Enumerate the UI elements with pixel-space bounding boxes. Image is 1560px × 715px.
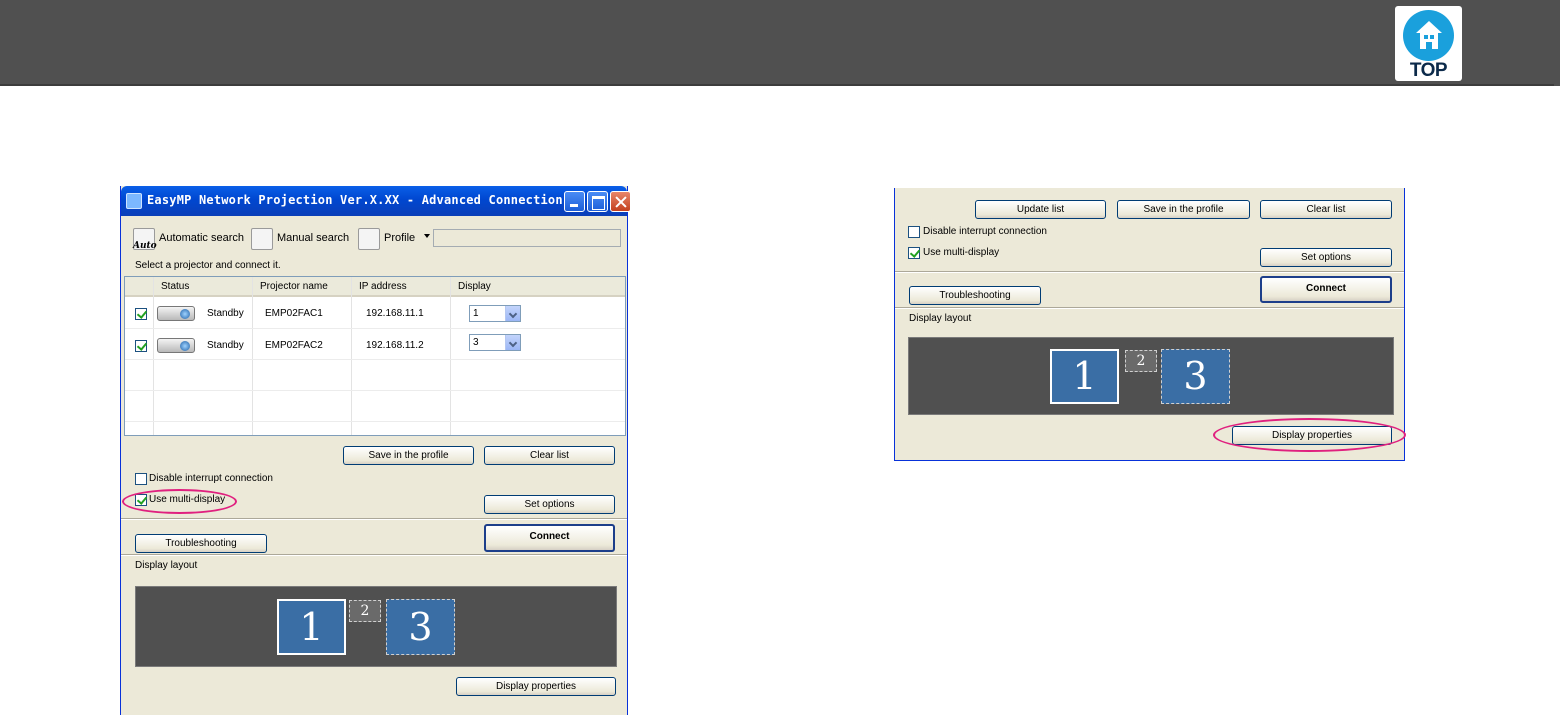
display-select[interactable]: 3 — [469, 334, 521, 351]
connect-button[interactable]: Connect — [484, 524, 615, 552]
divider — [895, 271, 1404, 273]
title-bar[interactable]: EasyMP Network Projection Ver.X.XX - Adv… — [121, 186, 631, 216]
disable-interrupt-checkbox[interactable] — [135, 473, 147, 485]
disable-interrupt-checkbox[interactable] — [908, 226, 920, 238]
display-1[interactable]: 1 — [1050, 349, 1119, 404]
projector-icon — [157, 306, 195, 321]
troubleshooting-button[interactable]: Troubleshooting — [909, 286, 1041, 305]
column-status[interactable]: Status — [161, 281, 189, 292]
highlight-ellipse — [122, 489, 237, 514]
save-in-profile-button[interactable]: Save in the profile — [1117, 200, 1250, 219]
page: TOP EasyMP Network Projection Ver.X.XX -… — [0, 0, 1560, 715]
display-2[interactable]: 2 — [1125, 350, 1157, 372]
display-2[interactable]: 2 — [349, 600, 381, 622]
display-layout-area[interactable]: 1 2 3 — [908, 337, 1394, 415]
automatic-search-icon: Auto — [133, 228, 157, 251]
column-ip-address[interactable]: IP address — [359, 281, 407, 292]
display-layout-area[interactable]: 1 2 3 — [135, 586, 617, 667]
display-1[interactable]: 1 — [277, 599, 346, 655]
troubleshooting-button[interactable]: Troubleshooting — [135, 534, 267, 553]
divider — [895, 307, 1404, 309]
set-options-button[interactable]: Set options — [484, 495, 615, 514]
row-checkbox[interactable] — [135, 308, 147, 320]
connect-button[interactable]: Connect — [1260, 276, 1392, 303]
maximize-button[interactable] — [587, 191, 608, 212]
display-3[interactable]: 3 — [1161, 349, 1230, 404]
display-properties-button[interactable]: Display properties — [456, 677, 616, 696]
row-status: Standby — [207, 340, 244, 351]
select-projector-label: Select a projector and connect it. — [135, 260, 281, 271]
chevron-down-icon — [505, 306, 520, 321]
row-ip-address: 192.168.11.2 — [366, 340, 424, 351]
row-projector-name: EMP02FAC1 — [265, 308, 323, 319]
header-band — [0, 0, 1560, 86]
use-multi-display-checkbox[interactable] — [908, 247, 920, 259]
list-header: Status Projector name IP address Display — [125, 277, 625, 297]
update-list-button[interactable]: Update list — [975, 200, 1106, 219]
window-title: EasyMP Network Projection Ver.X.XX - Adv… — [147, 193, 578, 207]
chevron-down-icon — [505, 335, 520, 350]
table-row[interactable]: Standby EMP02FAC1 192.168.11.1 1 — [125, 297, 625, 328]
profile-dropdown-icon[interactable] — [424, 234, 430, 238]
disable-interrupt-label: Disable interrupt connection — [149, 473, 273, 484]
set-options-button[interactable]: Set options — [1260, 248, 1392, 267]
display-3[interactable]: 3 — [386, 599, 455, 655]
row-status: Standby — [207, 308, 244, 319]
row-checkbox[interactable] — [135, 340, 147, 352]
display-layout-label: Display layout — [909, 313, 972, 324]
profile-icon — [358, 228, 380, 250]
manual-search-icon — [251, 228, 273, 250]
app-icon — [126, 193, 142, 209]
divider — [121, 518, 627, 520]
clear-list-button[interactable]: Clear list — [1260, 200, 1392, 219]
clear-list-button[interactable]: Clear list — [484, 446, 615, 465]
divider — [121, 554, 627, 556]
use-multi-display-label: Use multi-display — [923, 247, 1000, 258]
top-label: TOP — [1409, 60, 1448, 81]
profile-path-field[interactable] — [433, 229, 621, 247]
row-projector-name: EMP02FAC2 — [265, 340, 323, 351]
column-display[interactable]: Display — [458, 281, 491, 292]
projector-list[interactable]: Status Projector name IP address Display… — [124, 276, 626, 436]
row-ip-address: 192.168.11.1 — [366, 308, 424, 319]
column-projector-name[interactable]: Projector name — [260, 281, 328, 292]
minimize-button[interactable] — [564, 191, 585, 212]
display-select[interactable]: 1 — [469, 305, 521, 322]
highlight-ellipse — [1213, 418, 1406, 452]
table-row[interactable]: Standby EMP02FAC2 192.168.11.2 3 — [125, 329, 625, 360]
save-in-profile-button[interactable]: Save in the profile — [343, 446, 474, 465]
display-layout-label: Display layout — [135, 560, 198, 571]
house-icon — [1416, 21, 1442, 49]
disable-interrupt-label: Disable interrupt connection — [923, 226, 1047, 237]
projector-icon — [157, 338, 195, 353]
advanced-connection-window: EasyMP Network Projection Ver.X.XX - Adv… — [120, 186, 631, 715]
close-button[interactable] — [610, 191, 631, 212]
header-edge — [1554, 0, 1560, 86]
top-button[interactable]: TOP — [1395, 6, 1462, 81]
